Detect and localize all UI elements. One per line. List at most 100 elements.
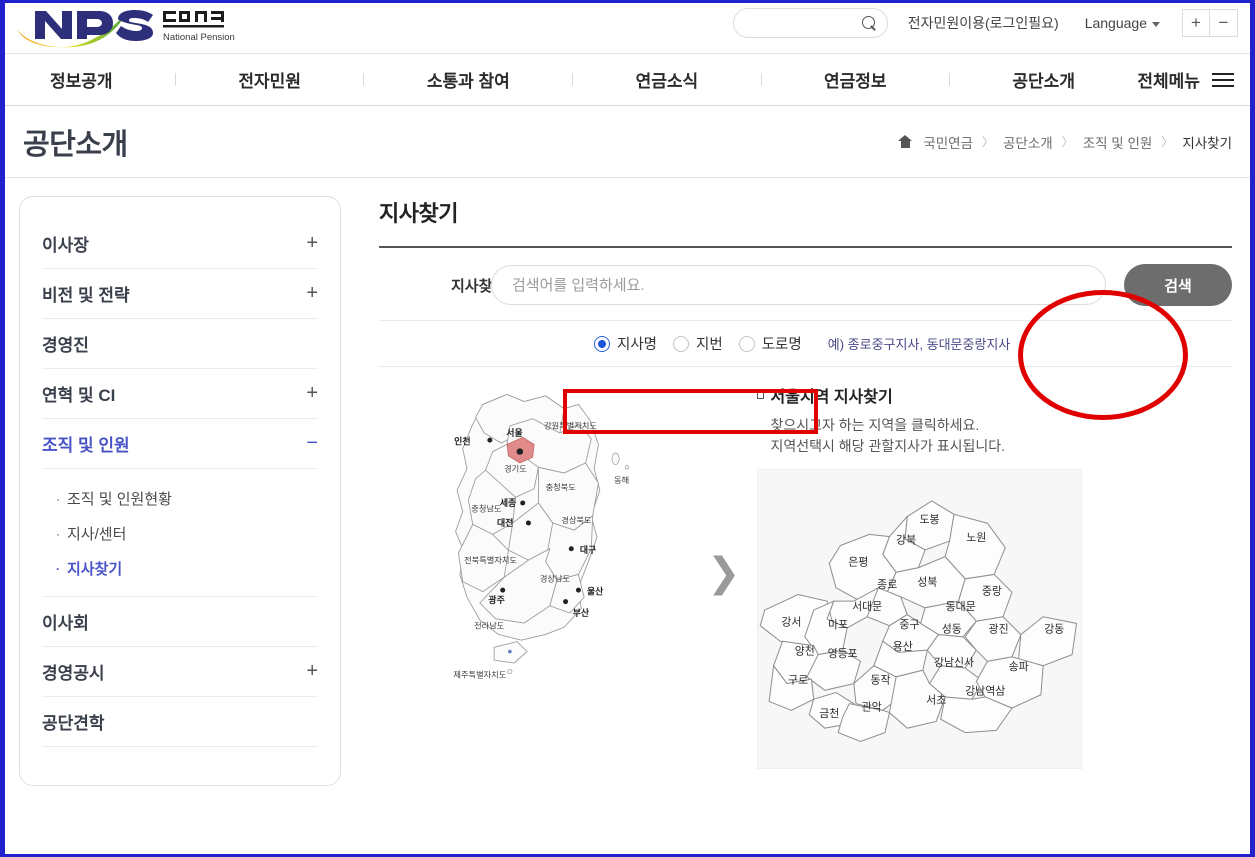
nav-divider: [948, 73, 950, 86]
korea-map[interactable]: 서울 인천 경기도 강원특별자치도 충청북도 충청남도 세종 대전 경상북도 대…: [397, 383, 697, 688]
seoul-description-2: 지역선택시 해당 관할지사가 표시됩니다.: [770, 438, 1006, 454]
search-button[interactable]: 검색: [1124, 264, 1232, 306]
map-label: 울산: [587, 585, 604, 596]
nav-divider: [363, 73, 365, 86]
language-selector[interactable]: Language: [1085, 15, 1160, 31]
seoul-map-svg[interactable]: 도봉 노원 강북 은평 성북 중랑 종로 서대문 동대문 강서 마포 중구 성동…: [758, 470, 1081, 768]
district-label: 구로: [788, 675, 808, 687]
eminwon-link[interactable]: 전자민원이용(로그인필요): [908, 13, 1059, 33]
radio-button-icon[interactable]: [738, 335, 755, 352]
search-type-radio-group: 지사명 지번 도로명 예) 종로중구지사, 동대문중랑지사: [594, 333, 1010, 354]
sidebar-subitem-branch-center[interactable]: · 지사/센터: [56, 516, 318, 551]
sidebar-item-vision[interactable]: 비전 및 전략 +: [42, 269, 318, 319]
seoul-map[interactable]: 도봉 노원 강북 은평 성북 중랑 종로 서대문 동대문 강서 마포 중구 성동…: [756, 469, 1082, 769]
korea-map-svg[interactable]: 서울 인천 경기도 강원특별자치도 충청북도 충청남도 세종 대전 경상북도 대…: [397, 383, 687, 683]
svg-text:National Pension Service: National Pension Service: [163, 32, 237, 43]
all-menu-button[interactable]: 전체메뉴: [1137, 67, 1234, 92]
nav-item-pension-info[interactable]: 연금정보: [824, 67, 887, 92]
plus-icon[interactable]: +: [306, 232, 318, 255]
radio-label: 지번: [696, 337, 723, 353]
radio-label: 도로명: [761, 337, 802, 353]
nav-item-info-disclosure[interactable]: 정보공개: [50, 67, 113, 92]
map-label: 경기도: [504, 464, 527, 474]
radio-branch-name[interactable]: 지사명: [594, 333, 657, 354]
main-content: 지사찾기 지사찾기 검색 지사명 지번: [341, 196, 1250, 786]
hamburger-icon[interactable]: [1211, 72, 1234, 87]
nav-item-communication[interactable]: 소통과 참여: [427, 67, 510, 92]
sidebar-item-label: 연혁 및 CI: [42, 386, 116, 405]
district-label: 광진: [988, 622, 1008, 635]
header-search-box[interactable]: [732, 8, 888, 38]
plus-icon[interactable]: +: [306, 282, 318, 305]
map-label: 제주특별자치도: [453, 669, 506, 679]
district-label: 용산: [892, 640, 912, 653]
radio-button-icon[interactable]: [673, 335, 690, 352]
bullet-icon: ·: [56, 526, 60, 541]
bullet-icon: ·: [56, 561, 60, 576]
zoom-controls: + −: [1182, 9, 1238, 37]
sidebar-item-management[interactable]: 경영진: [42, 319, 318, 369]
bullet-icon: ·: [56, 491, 60, 506]
sidebar-item-chairman[interactable]: 이사장 +: [42, 219, 318, 269]
map-label: 충청북도: [546, 483, 577, 492]
zoom-out-button[interactable]: −: [1210, 9, 1238, 37]
sidebar-item-disclosure[interactable]: 경영공시 +: [42, 647, 318, 697]
district-label: 중구: [899, 619, 919, 631]
home-icon[interactable]: [898, 135, 913, 148]
district-label: 동대문: [945, 600, 975, 613]
map-label: 경상남도: [540, 574, 571, 584]
district-label: 노원: [966, 531, 986, 544]
district-label: 강서: [781, 616, 801, 629]
branch-search-input[interactable]: [491, 265, 1106, 305]
sidebar-subitem-org-status[interactable]: · 조직 및 인원현황: [56, 481, 318, 516]
district-label: 강남역삼: [965, 685, 1005, 698]
sidebar-item-label: 비전 및 전략: [42, 286, 130, 305]
map-label: 전북특별자치도: [464, 555, 517, 565]
sidebar-item-organization[interactable]: 조직 및 인원 −: [42, 419, 318, 469]
sidebar-subitem-label: 조직 및 인원현황: [67, 491, 172, 508]
sidebar-subitem-branch-finder[interactable]: · 지사찾기: [56, 551, 318, 586]
radio-button-selected-icon[interactable]: [594, 335, 610, 352]
district-label: 성북: [917, 576, 937, 589]
chevron-right-icon: ❯: [707, 551, 741, 595]
breadcrumb-item-about[interactable]: 공단소개: [1003, 132, 1053, 152]
plus-icon[interactable]: +: [306, 660, 318, 683]
nav-divider: [174, 73, 176, 86]
nav-item-pension-news[interactable]: 연금소식: [636, 67, 699, 92]
header-search-input[interactable]: [743, 15, 862, 31]
sidebar-item-board[interactable]: 이사회: [42, 597, 318, 647]
sidebar-subitem-label: 지사찾기: [67, 561, 123, 578]
district-label: 서초: [926, 694, 946, 707]
top-header: National Pension Service 전자민원이용(로그인필요) L…: [5, 3, 1250, 53]
sidebar-submenu: · 조직 및 인원현황 · 지사/센터 · 지사찾기: [42, 469, 318, 597]
district-label: 송파: [1008, 660, 1028, 673]
sidebar-item-label: 공단견학: [42, 714, 105, 733]
zoom-in-button[interactable]: +: [1182, 9, 1210, 37]
sidebar-item-label: 조직 및 인원: [42, 436, 130, 455]
seoul-title-text: 서울지역 지사찾기: [770, 389, 893, 406]
map-label: 인천: [454, 436, 470, 446]
page-title-row: 공단소개 국민연금 〉 공단소개 〉 조직 및 인원 〉 지사찾기: [5, 106, 1250, 178]
top-utility-bar: 전자민원이용(로그인필요) Language + −: [732, 8, 1238, 38]
breadcrumb-item-current: 지사찾기: [1182, 135, 1232, 151]
radio-lot-number[interactable]: 지번: [673, 333, 723, 354]
search-icon[interactable]: [861, 15, 877, 31]
nps-logo[interactable]: National Pension Service: [15, 5, 240, 51]
district-label: 관악: [861, 700, 881, 713]
language-label: Language: [1084, 15, 1147, 31]
nav-item-eminwon[interactable]: 전자민원: [238, 67, 301, 92]
sidebar-item-label: 이사장: [42, 236, 89, 255]
maps-row: 서울 인천 경기도 강원특별자치도 충청북도 충청남도 세종 대전 경상북도 대…: [379, 367, 1232, 769]
search-options-row: 지사명 지번 도로명 예) 종로중구지사, 동대문중랑지사: [379, 321, 1232, 367]
radio-label: 지사명: [617, 337, 658, 353]
nav-divider: [572, 73, 574, 86]
sidebar-item-history-ci[interactable]: 연혁 및 CI +: [42, 369, 318, 419]
nav-item-about[interactable]: 공단소개: [1012, 67, 1075, 92]
breadcrumb-item-home[interactable]: 국민연금: [923, 132, 973, 152]
page-root: National Pension Service 전자민원이용(로그인필요) L…: [0, 0, 1255, 857]
minus-icon[interactable]: −: [306, 432, 318, 455]
sidebar-item-tour[interactable]: 공단견학: [42, 697, 318, 747]
plus-icon[interactable]: +: [306, 382, 318, 405]
breadcrumb-item-org[interactable]: 조직 및 인원: [1083, 132, 1153, 152]
radio-road-name[interactable]: 도로명: [738, 333, 802, 354]
